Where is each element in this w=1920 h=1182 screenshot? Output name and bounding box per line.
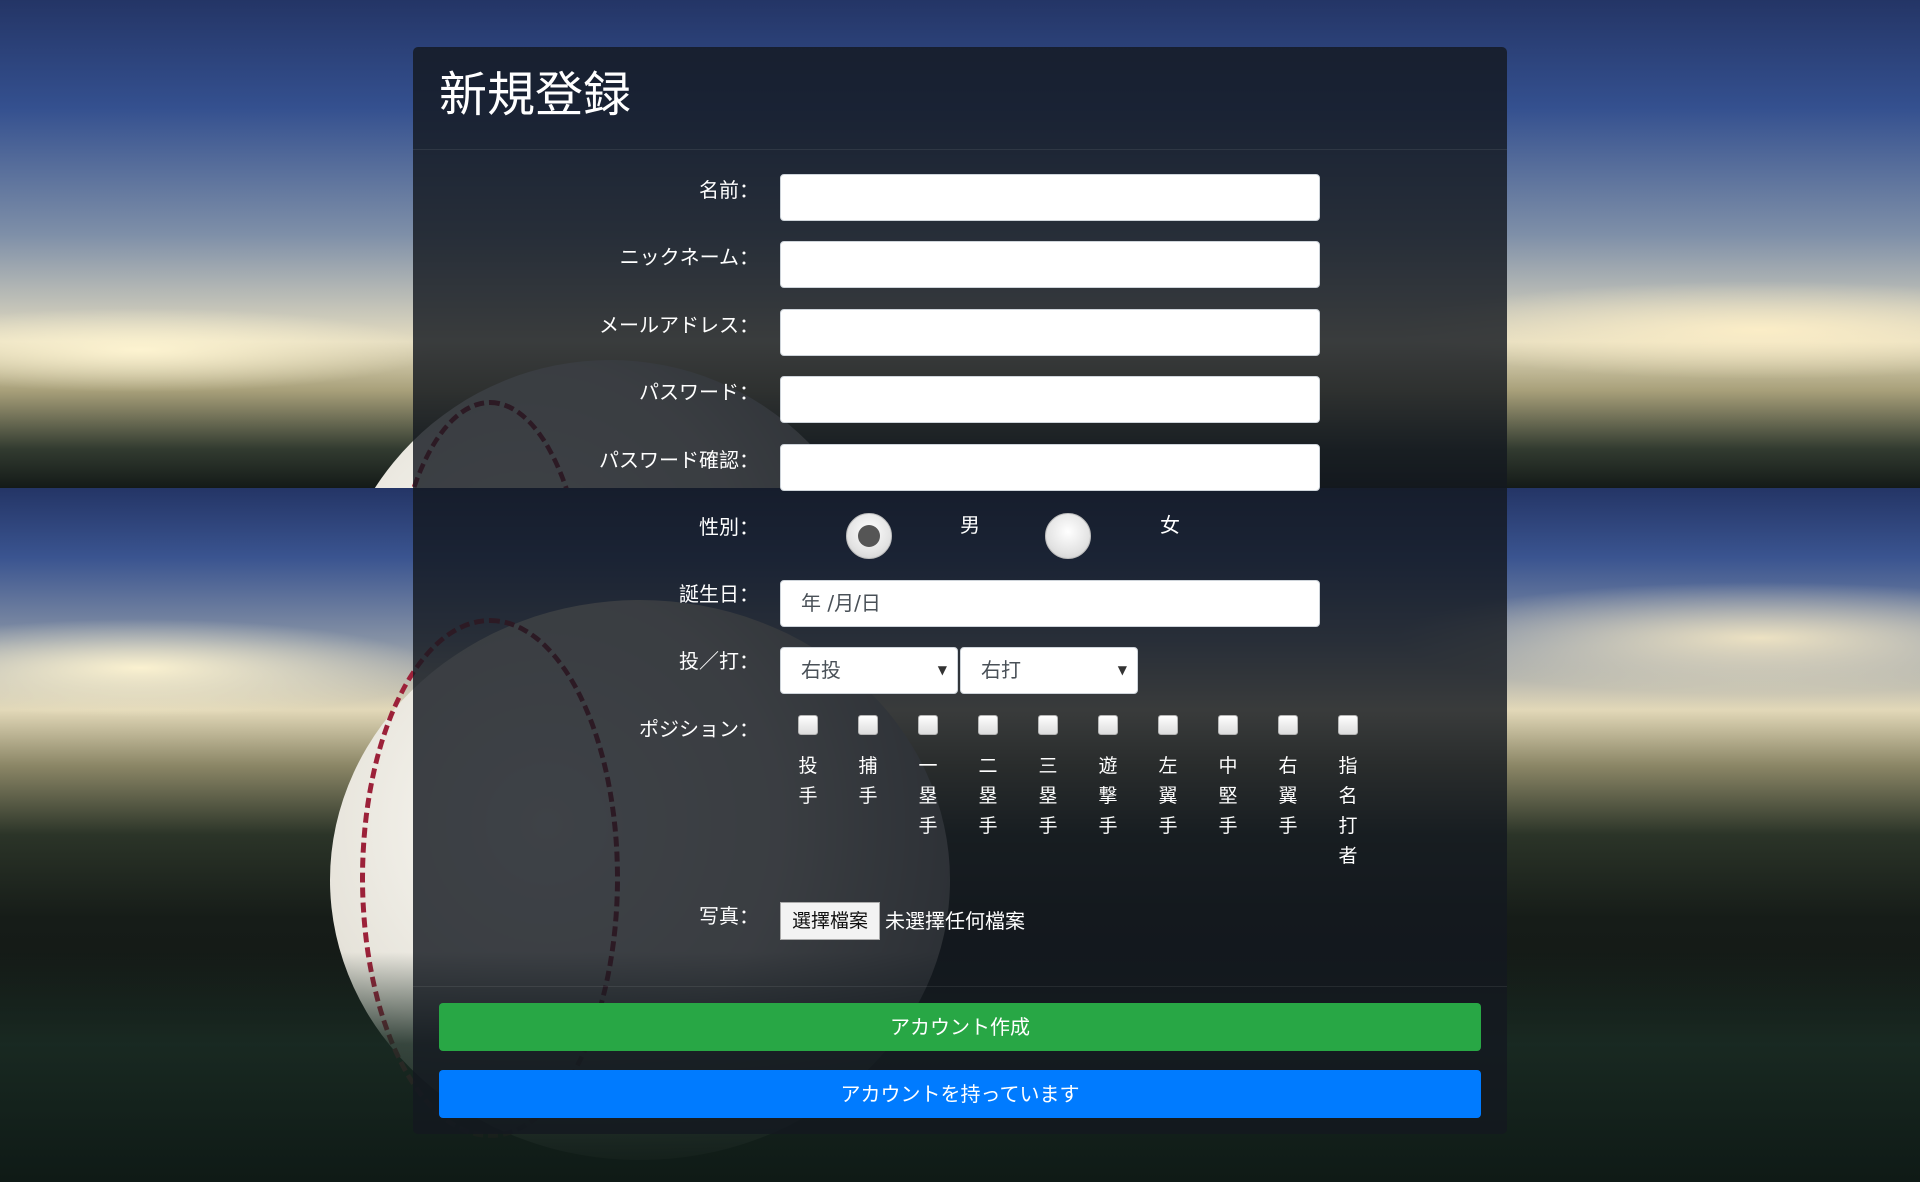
gender-male-label: 男 [960,513,980,537]
create-account-button[interactable]: アカウント作成 [439,1003,1481,1051]
name-input[interactable] [780,174,1320,221]
nickname-label: ニックネーム： [619,245,759,269]
position-label: ポジション： [639,717,759,741]
bat-select-value: 右打 [981,658,1021,682]
position-name: 三塁手 [1038,755,1058,837]
card-header: 新規登録 [413,47,1507,150]
page-title: 新規登録 [439,67,632,123]
position-option[interactable]: 一塁手 [913,715,943,841]
gender-radio-male[interactable] [846,513,892,559]
throw-bat-label: 投／打： [679,649,759,673]
position-option[interactable]: 右翼手 [1273,715,1303,841]
position-checkbox[interactable] [1098,715,1118,735]
email-input[interactable] [780,309,1320,356]
position-option[interactable]: 二塁手 [973,715,1003,841]
name-label: 名前： [699,178,759,202]
throw-select[interactable]: 右投 ▼ [780,647,958,694]
password-confirm-label: パスワード確認： [599,448,759,472]
chevron-down-icon: ▼ [1117,663,1127,677]
nickname-input[interactable] [780,241,1320,288]
position-option[interactable]: 遊撃手 [1093,715,1123,841]
throw-select-value: 右投 [801,658,841,682]
position-name: 中堅手 [1218,755,1238,837]
card-divider [413,986,1507,987]
photo-label: 写真： [699,904,759,928]
password-confirm-input[interactable] [780,444,1320,491]
position-name: 一塁手 [918,755,938,837]
position-option[interactable]: 中堅手 [1213,715,1243,841]
gender-radio-female[interactable] [1045,513,1091,559]
position-name: 指名打者 [1338,755,1358,867]
position-checkbox[interactable] [918,715,938,735]
position-name: 遊撃手 [1098,755,1118,837]
file-status-text: 未選擇任何檔案 [885,909,1025,933]
birthday-input[interactable]: 年 /月/日 [780,580,1320,627]
position-name: 左翼手 [1158,755,1178,837]
have-account-button[interactable]: アカウントを持っています [439,1070,1481,1118]
position-option[interactable]: 指名打者 [1333,715,1363,871]
registration-card: 新規登録 名前： ニックネーム： メールアドレス： パスワード： パスワード確認… [413,47,1507,1134]
position-checkbox[interactable] [1278,715,1298,735]
position-checkbox[interactable] [798,715,818,735]
position-option[interactable]: 投手 [793,715,823,811]
position-option[interactable]: 捕手 [853,715,883,811]
position-checkbox[interactable] [978,715,998,735]
birthday-label: 誕生日： [679,582,759,606]
radio-selected-dot [858,525,880,547]
position-checkbox[interactable] [1158,715,1178,735]
position-option[interactable]: 左翼手 [1153,715,1183,841]
choose-file-button[interactable]: 選擇檔案 [780,902,880,940]
position-checkbox[interactable] [1338,715,1358,735]
bat-select[interactable]: 右打 ▼ [960,647,1138,694]
position-name: 投手 [798,755,818,807]
gender-female-label: 女 [1160,513,1180,537]
password-label: パスワード： [639,380,759,404]
chevron-down-icon: ▼ [937,663,947,677]
position-checkbox[interactable] [1038,715,1058,735]
position-name: 二塁手 [978,755,998,837]
position-name: 右翼手 [1278,755,1298,837]
position-option[interactable]: 三塁手 [1033,715,1063,841]
position-checkbox[interactable] [858,715,878,735]
birthday-placeholder: 年 /月/日 [801,591,881,615]
position-checkbox[interactable] [1218,715,1238,735]
position-name: 捕手 [858,755,878,807]
password-input[interactable] [780,376,1320,423]
email-label: メールアドレス： [599,313,759,337]
gender-label: 性別： [699,515,759,539]
